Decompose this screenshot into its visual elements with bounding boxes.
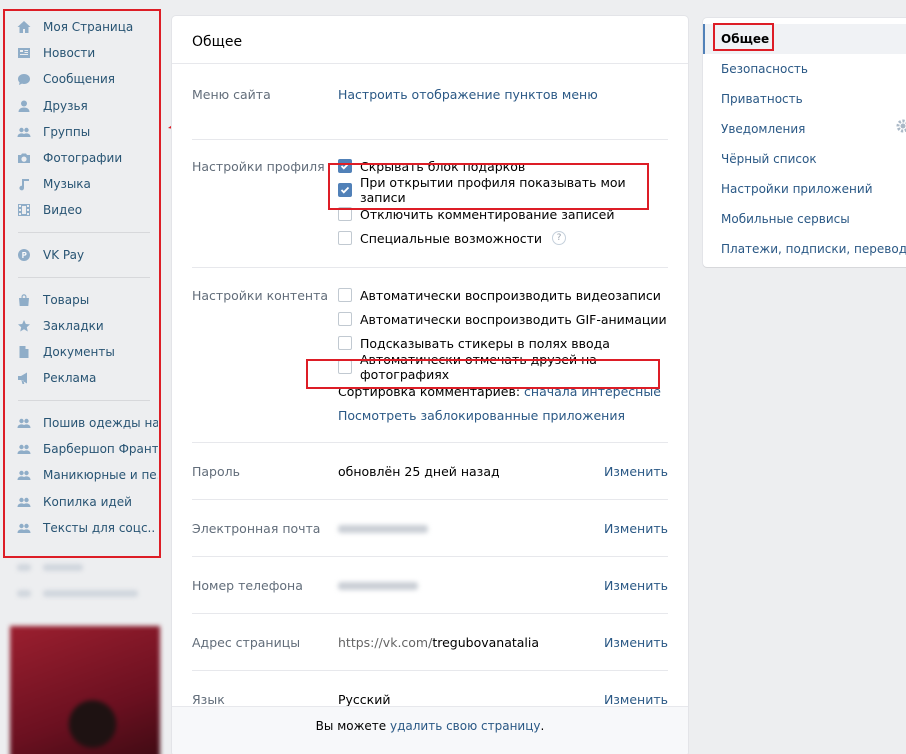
menu-item-security[interactable]: Безопасность	[703, 54, 906, 84]
menu-label: Чёрный список	[721, 152, 817, 166]
menu-item-app-settings[interactable]: Настройки приложений	[703, 174, 906, 204]
option-autoplay-gif[interactable]: Автоматически воспроизводить GIF-анимаци…	[338, 307, 668, 331]
panel-footer: Вы можете удалить свою страницу.	[172, 706, 688, 754]
settings-menu: Общее Безопасность Приватность Уведомлен…	[703, 18, 906, 267]
checkbox[interactable]	[338, 336, 352, 350]
panel-header: Общее	[172, 16, 688, 64]
password-row: Пароль обновлён 25 дней назад Изменить	[172, 443, 688, 499]
option-label: Автоматически воспроизводить GIF-анимаци…	[360, 311, 667, 327]
option-accessibility[interactable]: Специальные возможности ?	[338, 226, 668, 250]
menu-item-payments[interactable]: Платежи, подписки, переводы	[703, 234, 906, 264]
menu-label: Безопасность	[721, 62, 808, 76]
menu-item-mobile-services[interactable]: Мобильные сервисы	[703, 204, 906, 234]
phone-value-blurred	[338, 581, 418, 590]
option-label: Подсказывать стикеры в полях ввода	[360, 335, 610, 351]
delete-page-link[interactable]: удалить свою страницу	[390, 719, 541, 733]
checkbox[interactable]	[338, 288, 352, 302]
menu-label: Мобильные сервисы	[721, 212, 850, 226]
change-password-button[interactable]: Изменить	[604, 464, 668, 479]
row-label: Меню сайта	[192, 87, 271, 102]
address-prefix: https://vk.com/	[338, 634, 433, 650]
row-label: Адрес страницы	[192, 634, 301, 650]
change-address-button[interactable]: Изменить	[604, 635, 668, 650]
change-email-button[interactable]: Изменить	[604, 521, 668, 536]
blocked-apps-line: Посмотреть заблокированные приложения	[338, 403, 668, 427]
highlight-box-comment-sort	[306, 359, 660, 389]
email-row: Электронная почта Изменить	[172, 500, 688, 556]
menu-item-blacklist[interactable]: Чёрный список	[703, 144, 906, 174]
option-label: Специальные возможности	[360, 230, 543, 246]
address-value: tregubovanatalia	[432, 634, 540, 650]
address-row: Адрес страницы https://vk.com/tregubovan…	[172, 614, 688, 670]
row-label: Настройки профиля	[192, 159, 325, 174]
row-label: Пароль	[192, 463, 240, 479]
email-value-blurred	[338, 524, 428, 533]
option-autoplay-video[interactable]: Автоматически воспроизводить видеозаписи	[338, 283, 668, 307]
row-label: Язык	[192, 691, 225, 707]
content-settings-row: Настройки контента Автоматически воспрои…	[172, 268, 688, 442]
menu-label: Приватность	[721, 92, 803, 106]
password-status: обновлён 25 дней назад	[338, 463, 500, 479]
option-label: Автоматически воспроизводить видеозаписи	[360, 287, 661, 303]
page-title: Общее	[192, 34, 243, 50]
blocked-apps-link[interactable]: Посмотреть заблокированные приложения	[338, 408, 625, 423]
footer-text: Вы можете	[315, 719, 387, 733]
help-icon[interactable]: ?	[552, 231, 567, 245]
configure-menu-link[interactable]: Настроить отображение пунктов меню	[338, 87, 598, 102]
row-label: Номер телефона	[192, 577, 303, 593]
gear-icon[interactable]	[896, 119, 906, 133]
language-value: Русский	[338, 691, 391, 707]
highlight-box-profile-options	[328, 163, 649, 210]
nav-blurred-items	[8, 555, 158, 607]
menu-label: Платежи, подписки, переводы	[721, 242, 906, 256]
phone-row: Номер телефона Изменить	[172, 557, 688, 613]
row-label: Электронная почта	[192, 520, 321, 536]
menu-label: Уведомления	[721, 122, 806, 136]
checkbox[interactable]	[338, 231, 352, 245]
menu-item-notifications[interactable]: Уведомления	[703, 114, 906, 144]
nav-blurred-item[interactable]	[8, 581, 158, 607]
nav-blurred-item[interactable]	[8, 555, 158, 581]
blurred-photo	[10, 626, 160, 754]
highlight-box-sidebar	[3, 9, 161, 558]
menu-item-privacy[interactable]: Приватность	[703, 84, 906, 114]
highlight-box-general	[713, 23, 774, 51]
change-language-button[interactable]: Изменить	[604, 692, 668, 707]
menu-label: Настройки приложений	[721, 182, 873, 196]
site-menu-row: Меню сайта Настроить отображение пунктов…	[172, 64, 688, 139]
checkbox[interactable]	[338, 312, 352, 326]
footer-end: .	[540, 719, 545, 733]
change-phone-button[interactable]: Изменить	[604, 578, 668, 593]
